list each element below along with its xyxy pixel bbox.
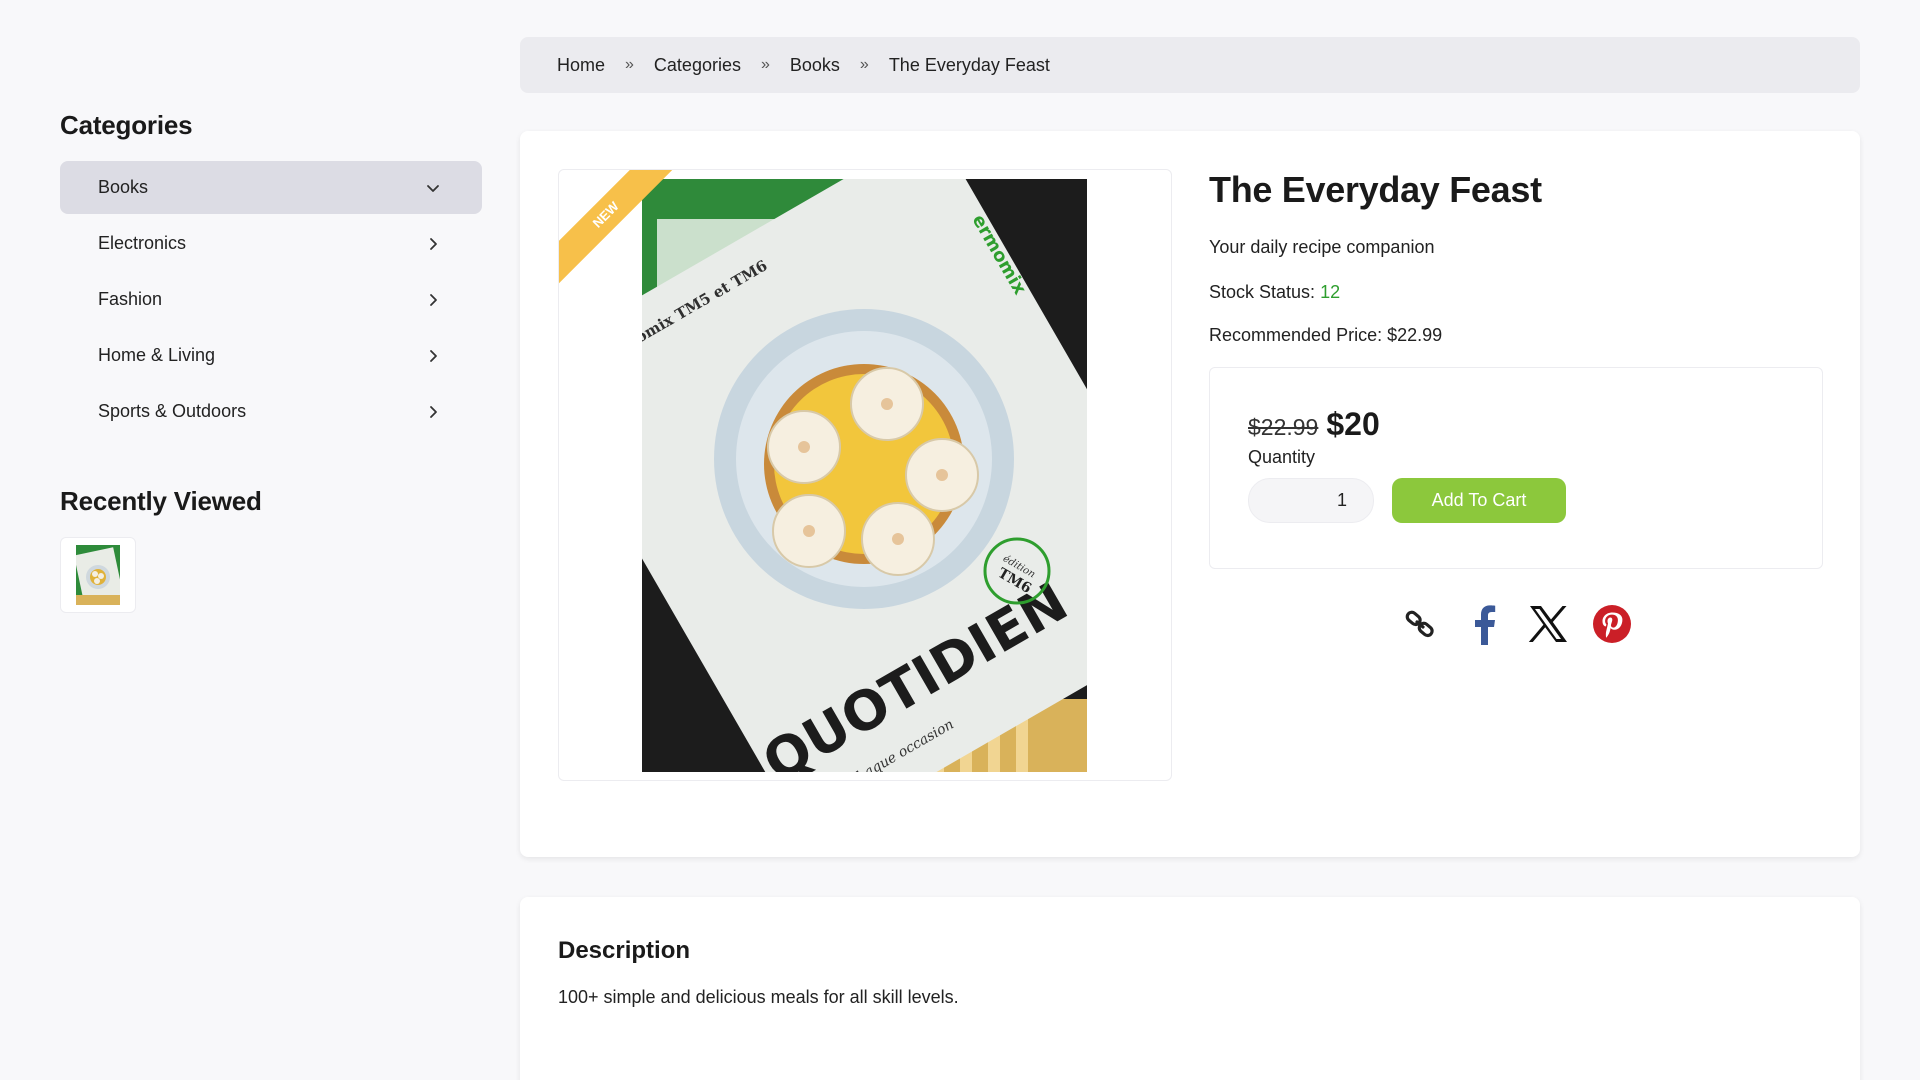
stock-status-value: 12 (1320, 282, 1341, 302)
sidebar-item-label: Sports & Outdoors (98, 401, 247, 421)
chevron-right-icon (430, 293, 437, 306)
chevron-right-icon (430, 405, 437, 418)
recently-viewed-heading: Recently Viewed (60, 486, 262, 516)
new-badge-label: NEW (559, 170, 677, 286)
product-subtitle: Your daily recipe companion (1209, 237, 1435, 257)
quantity-label: Quantity (1248, 447, 1316, 467)
sidebar-item-label: Home & Living (98, 345, 216, 365)
old-price: $22.99 (1248, 414, 1319, 440)
description-text: 100+ simple and delicious meals for all … (558, 987, 959, 1007)
pinterest-icon[interactable] (1591, 603, 1633, 645)
sidebar-item-home-living[interactable]: Home & Living (60, 329, 482, 382)
breadcrumb-categories[interactable]: Categories (654, 55, 741, 76)
chevron-right-icon (430, 349, 437, 362)
breadcrumb: Home » Categories » Books » The Everyday… (520, 37, 1860, 93)
chevron-down-icon (427, 184, 439, 192)
recommended-price: Recommended Price: $22.99 (1209, 325, 1823, 346)
sidebar-item-label: Fashion (98, 289, 163, 309)
product-card: Thermomix TM5 et TM6 QUOTIDIEN s pour ch… (520, 131, 1860, 857)
sidebar: Categories Books Electronics Fashion Hom… (60, 110, 482, 613)
new-badge: NEW (559, 170, 679, 290)
link-icon[interactable] (1399, 603, 1441, 645)
product-image[interactable]: Thermomix TM5 et TM6 QUOTIDIEN s pour ch… (642, 179, 1087, 772)
facebook-icon[interactable] (1463, 603, 1505, 645)
product-title: The Everyday Feast (1209, 169, 1542, 210)
quantity-row: Add To Cart (1248, 478, 1784, 523)
categories-heading: Categories (60, 110, 193, 140)
breadcrumb-separator: » (760, 56, 770, 73)
book-thumbnail-image (76, 545, 120, 605)
sidebar-item-label: Electronics (98, 233, 187, 253)
purchase-box: $22.99 $20 Quantity Add To Cart (1209, 367, 1823, 569)
quantity-input[interactable] (1248, 478, 1374, 523)
price-line: $22.99 $20 (1248, 406, 1784, 443)
product-image-frame: Thermomix TM5 et TM6 QUOTIDIEN s pour ch… (558, 169, 1172, 781)
sidebar-item-electronics[interactable]: Electronics (60, 217, 482, 270)
sidebar-item-books[interactable]: Books (60, 161, 482, 214)
sidebar-item-label: Books (98, 177, 149, 197)
description-card: Description 100+ simple and delicious me… (520, 897, 1860, 1080)
breadcrumb-current: The Everyday Feast (888, 54, 1050, 75)
add-to-cart-button[interactable]: Add To Cart (1392, 478, 1566, 523)
category-list: Books Electronics Fashion Home & Living … (60, 161, 482, 438)
sidebar-item-fashion[interactable]: Fashion (60, 273, 482, 326)
product-info: The Everyday Feast Your daily recipe com… (1209, 169, 1823, 645)
chevron-right-icon (430, 237, 437, 250)
breadcrumb-books[interactable]: Books (790, 55, 840, 76)
breadcrumb-separator: » (859, 56, 869, 73)
share-links (1209, 603, 1823, 645)
recently-viewed-item[interactable] (60, 537, 136, 613)
sidebar-item-sports-outdoors[interactable]: Sports & Outdoors (60, 385, 482, 438)
stock-status-label: Stock Status: (1209, 282, 1316, 302)
x-icon[interactable] (1527, 603, 1569, 645)
breadcrumb-home[interactable]: Home (557, 55, 605, 76)
recommended-price-label: Recommended Price: (1209, 325, 1383, 345)
description-heading: Description (558, 937, 691, 964)
recommended-price-value: $22.99 (1387, 325, 1443, 345)
stock-status: Stock Status: 12 (1209, 282, 1823, 303)
current-price: $20 (1326, 406, 1380, 442)
breadcrumb-separator: » (625, 56, 634, 73)
